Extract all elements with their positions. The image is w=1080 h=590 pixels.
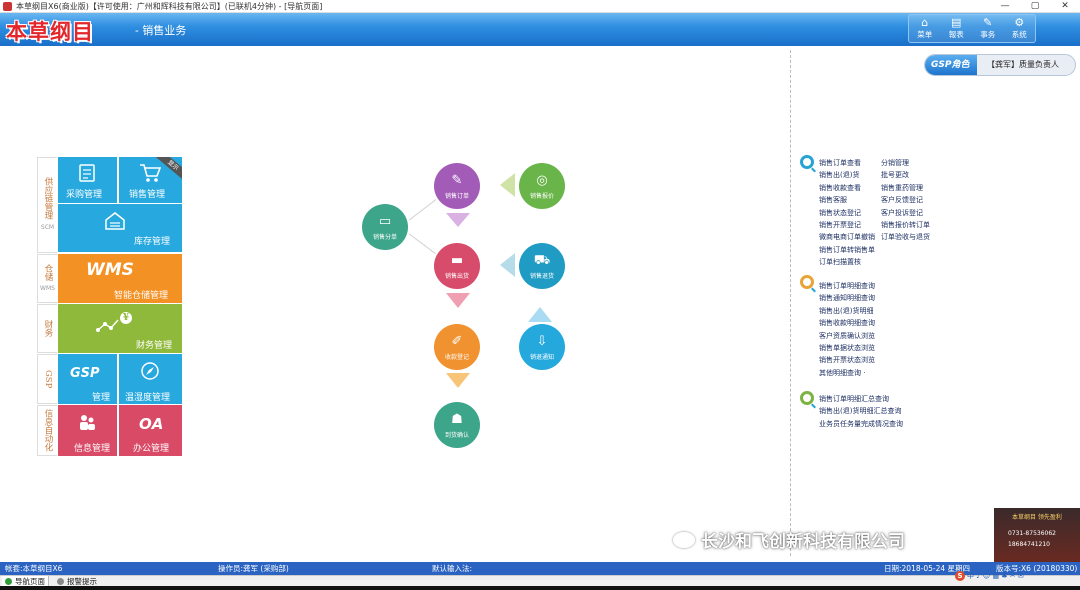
flow-node-label: 销售退货 [529, 272, 554, 280]
promo-phone: 18684741210 [1008, 541, 1050, 548]
search-icon [800, 155, 814, 169]
nav-link[interactable]: 销售开票状态浏览 [819, 355, 875, 365]
arrow-left-icon [500, 173, 515, 197]
flow-node-arrival-confirm[interactable]: ☗ 到货确认 [434, 402, 480, 448]
nav-link[interactable]: 销售状态登记 [819, 208, 861, 218]
ime-tray: S 中 ♪ ☺ ▦ ♣ ✂ ✉ [955, 570, 1027, 582]
flow-node-label: 收款登记 [444, 353, 469, 361]
arrow-left-icon [500, 253, 515, 277]
arrow-up-icon [528, 307, 552, 322]
flow-connectors [407, 173, 552, 388]
card-icon: ▭ [378, 213, 392, 229]
status-account: 帐套:本草纲目X6 [5, 564, 63, 573]
connector-line [407, 232, 441, 258]
nav-link[interactable]: 销售开票登记 [819, 220, 861, 230]
nav-link[interactable]: 销售收款明细查询 [819, 318, 875, 328]
flow-node-label: 销售报价 [529, 192, 554, 200]
nav-link[interactable]: 业务员任务量完成情况查询 [819, 419, 903, 429]
flow-node-sales-return[interactable]: ⛟ 销售退货 [519, 243, 565, 289]
nav-link[interactable]: 销售订单明细汇总查询 [819, 394, 889, 404]
download-icon: ⇩ [536, 333, 548, 349]
nav-link[interactable]: 微商电商订单撤销 [819, 232, 875, 242]
status-operator: 操作员:龚军 (采购部) [218, 564, 289, 573]
flow-node-sales-out[interactable]: ▬ 销售出货 [434, 243, 480, 289]
nav-link[interactable]: 销售出(退)货明细汇总查询 [819, 406, 901, 416]
nav-link[interactable]: 销售订单转销售单 [819, 245, 875, 255]
nav-link[interactable]: 销售单据状态浏览 [819, 343, 875, 353]
flow-node-label: 销退通知 [529, 353, 554, 361]
flow-node-payment-register[interactable]: ✐ 收款登记 [434, 324, 480, 370]
nav-link[interactable]: 客户反馈登记 [881, 195, 923, 205]
coins-icon: ◎ [536, 172, 548, 188]
flow-node-label: 销售出货 [444, 272, 469, 280]
nav-link[interactable]: 销售订单明细查询 [819, 281, 875, 291]
arrow-down-icon [446, 373, 470, 388]
truck-icon: ▬ [450, 252, 464, 268]
flow-node-label: 到货确认 [444, 431, 469, 439]
nav-link[interactable]: 销售出(退)货明细 [819, 306, 873, 316]
flow-node-sales-quote[interactable]: ◎ 销售报价 [519, 163, 565, 209]
promo-banner: 本草纲目 领先盈利 0731-87536062 18684741210 [994, 508, 1080, 562]
nav-link[interactable]: 客户投诉登记 [881, 208, 923, 218]
person-icon: ☗ [451, 411, 463, 427]
nav-link[interactable]: 销售客服 [819, 195, 847, 205]
nav-link[interactable]: 订单验收与退货 [881, 232, 930, 242]
flow-node-label: 销售分单 [372, 233, 397, 241]
nav-link[interactable]: 其他明细查询 · [819, 368, 865, 378]
nav-link[interactable]: 销售报价转订单 [881, 220, 930, 230]
sogou-icon[interactable]: S [955, 571, 965, 581]
connector-line [407, 197, 439, 222]
nav-link[interactable]: 销售收款查看 [819, 183, 861, 193]
arrow-down-icon [446, 293, 470, 308]
nav-link[interactable]: 销售通知明细查询 [819, 293, 875, 303]
pen-icon: ✎ [451, 172, 463, 188]
flow-node-sales-order[interactable]: ✎ 销售订单 [434, 163, 480, 209]
nav-link[interactable]: 客户资质确认浏览 [819, 331, 875, 341]
watermark: 长沙和飞创新科技有限公司 [673, 527, 905, 552]
nav-link[interactable]: 销售订单查看 [819, 158, 861, 168]
status-bar: 帐套:本草纲目X6 操作员:龚军 (采购部) 默认输入法: 日期:2018-05… [0, 562, 1080, 575]
taskbar-edge [0, 586, 1080, 590]
flow-node-sales-split[interactable]: ▭ 销售分单 [362, 204, 408, 250]
status-input-method: 默认输入法: [432, 564, 473, 573]
delivery-truck-icon: ⛟ [533, 252, 551, 268]
search-icon [800, 275, 814, 289]
arrow-down-icon [446, 213, 470, 227]
nav-link[interactable]: 销售重药管理 [881, 183, 923, 193]
promo-phone: 0731-87536062 [1008, 530, 1056, 537]
watermark-text: 长沙和飞创新科技有限公司 [701, 532, 905, 552]
flow-node-label: 销售订单 [444, 192, 469, 200]
bottom-tab-bar: 导航页面 报警提示 [0, 575, 1080, 587]
promo-line: 本草纲目 领先盈利 [1012, 514, 1062, 521]
home-icon [5, 578, 12, 585]
nav-link[interactable]: 订单扫描置核 [819, 257, 861, 267]
search-icon [800, 391, 814, 405]
edit-icon: ✐ [451, 333, 463, 349]
nav-link[interactable]: 分销管理 [881, 158, 909, 168]
nav-link[interactable]: 销售出(退)货 [819, 170, 859, 180]
wechat-icon [673, 531, 695, 548]
flow-node-return-notice[interactable]: ⇩ 销退通知 [519, 324, 565, 370]
nav-link[interactable]: 批号更改 [881, 170, 909, 180]
tray-icons[interactable]: 中 ♪ ☺ ▦ ♣ ✂ ✉ [967, 571, 1024, 581]
alarm-icon [57, 578, 64, 585]
